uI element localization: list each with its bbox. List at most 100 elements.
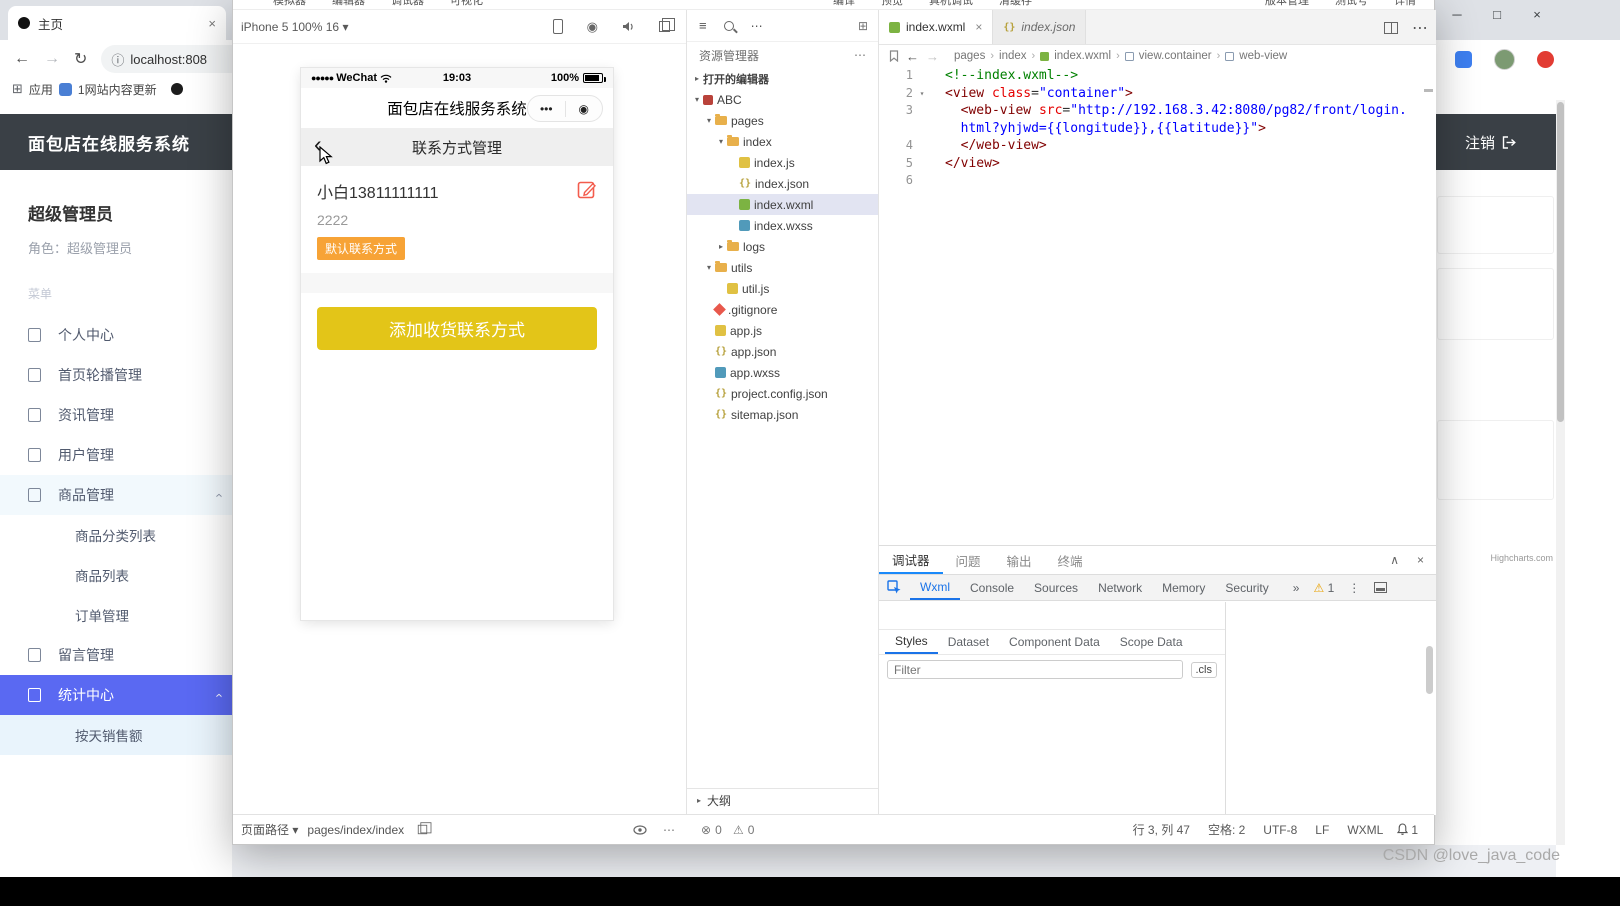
more-icon[interactable]: ⋯ [854,48,866,62]
tree-item[interactable]: ▸ logs [687,236,878,257]
extension-icon[interactable] [1537,50,1554,68]
sidebar-item[interactable]: 留言管理 [0,635,232,675]
tree-item[interactable]: {} app.json [687,341,878,362]
reload-button[interactable]: ↻ [74,49,87,69]
add-contact-button[interactable]: 添加收货联系方式 [317,307,597,350]
nav-back-icon[interactable]: ← [906,49,919,64]
debugger-panel-tab[interactable]: 问题 [943,546,994,574]
tree-item[interactable]: index.js [687,152,878,173]
audio-icon[interactable] [622,21,635,32]
dock-side-icon[interactable] [1374,582,1388,593]
capsule-menu[interactable]: ••• ◉ [527,95,603,122]
warning-count[interactable]: ⚠ 0 [733,823,754,837]
sidebar-item[interactable]: 商品管理 › [0,475,232,515]
tree-item[interactable]: ▾ index [687,131,878,152]
page-path-selector[interactable]: 页面路径 ▾ [241,821,298,838]
tree-item[interactable]: ▾ pages [687,110,878,131]
debugger-panel-tab[interactable]: 终端 [1045,546,1096,574]
window-maximize-button[interactable]: □ [1477,0,1517,28]
code-line[interactable]: 1 <!--index.wxml--> [879,67,1436,85]
editor-tab-preview[interactable]: {} index.json [993,10,1087,44]
close-panel-icon[interactable]: × [1417,553,1424,567]
indent-setting[interactable]: 空格: 2 [1208,821,1245,838]
forward-button[interactable]: → [44,50,60,68]
devtools-tab[interactable]: Security [1215,575,1278,600]
copy-path-icon[interactable] [417,822,432,835]
site-info-icon[interactable]: ⓘ [111,50,124,69]
breadcrumb-item[interactable]: web-view [1239,50,1287,62]
code-line[interactable]: 5 </view> [879,155,1436,173]
bookmark-icon[interactable] [889,50,899,62]
tree-item[interactable]: {} sitemap.json [687,404,878,425]
collapse-panel-icon[interactable]: ∧ [1390,553,1399,567]
profile-avatar[interactable] [1494,48,1515,70]
logout-button[interactable]: 注销 [1465,132,1495,153]
styles-tab[interactable]: Dataset [938,630,999,654]
encoding-indicator[interactable]: UTF-8 [1263,823,1297,837]
breadcrumb-item[interactable]: view.container [1139,50,1212,62]
menubar-item[interactable]: 编译 [833,0,855,9]
window-minimize-button[interactable]: ─ [1437,0,1477,28]
tree-item[interactable]: ▾ utils [687,257,878,278]
sidebar-item[interactable]: 统计中心 › [0,675,232,715]
menubar-item[interactable]: 预览 [881,0,903,9]
edit-icon[interactable] [577,179,597,199]
editor-tab-active[interactable]: index.wxml × [879,10,994,44]
notifications-bell[interactable]: 1 [1397,823,1434,837]
cls-toggle-button[interactable]: .cls [1190,661,1217,678]
code-editor[interactable]: 1 <!--index.wxml--> 2 ▾ <view class="contain… [879,67,1436,545]
tree-item[interactable]: util.js [687,278,878,299]
apps-grid-icon[interactable]: ⊞ [12,81,23,97]
styles-tab[interactable]: Styles [885,630,938,654]
split-editor-icon[interactable] [1384,21,1398,34]
more-icon[interactable]: ⋯ [751,19,763,33]
record-icon[interactable]: ◉ [587,19,598,35]
code-line[interactable]: 6 [879,172,1436,190]
debugger-panel-tab[interactable]: 输出 [994,546,1045,574]
tree-item[interactable]: app.wxss [687,362,878,383]
code-line[interactable]: html?yhjwd={{longitude}},{{latitude}}"> [879,120,1436,138]
preview-eye-icon[interactable] [633,824,647,835]
more-icon[interactable]: ⋯ [663,823,675,837]
bookmark-favicon[interactable] [170,83,183,95]
debugger-panel-tab[interactable]: 调试器 [879,546,943,574]
tree-item[interactable]: index.wxss [687,215,878,236]
breadcrumb-item[interactable]: index.wxml [1054,50,1111,62]
menubar-item[interactable]: 编辑器 [332,0,365,9]
styles-tab[interactable]: Scope Data [1110,630,1193,654]
device-selector[interactable]: iPhone 5 100% 16 ▾ [241,20,348,34]
menubar-item[interactable]: 真机调试 [929,0,973,9]
error-count[interactable]: ⊗ 0 [701,823,722,837]
breadcrumb-item[interactable]: index [999,50,1027,62]
styles-tab[interactable]: Component Data [999,630,1110,654]
devtools-tab[interactable]: Sources [1024,575,1088,600]
breadcrumb-item[interactable]: pages [954,50,985,62]
back-button[interactable]: ← [14,50,30,68]
code-line[interactable]: 2 ▾ <view class="container"> [879,85,1436,103]
more-icon[interactable]: ••• [528,102,565,116]
code-line[interactable]: 4 </web-view> [879,137,1436,155]
sidebar-item[interactable]: 资讯管理 [0,395,232,435]
menubar-item[interactable]: 清缓存 [999,0,1032,9]
browser-tab[interactable]: 主页 × [8,6,226,40]
menubar-item[interactable]: 模拟器 [273,0,306,9]
exit-target-icon[interactable]: ◉ [566,102,603,116]
search-icon[interactable] [723,20,734,31]
language-mode[interactable]: WXML [1347,823,1383,837]
scrollbar-thumb[interactable] [1557,102,1564,422]
tab-close-icon[interactable]: × [208,16,216,31]
devtools-tab[interactable]: Memory [1152,575,1215,600]
cursor-position[interactable]: 行 3, 列 47 [1133,821,1190,838]
menubar-item[interactable]: 测试号 [1335,0,1368,9]
menu-icon[interactable]: ≡ [699,18,707,33]
sidebar-item[interactable]: 商品分类列表 [0,515,232,555]
sidebar-item[interactable]: 个人中心 [0,315,232,355]
bookmark-site-label[interactable]: 1网站内容更新 [78,81,157,98]
eol-indicator[interactable]: LF [1315,823,1329,837]
window-close-button[interactable]: × [1517,0,1557,28]
page-scrollbar[interactable] [1556,100,1565,845]
devtools-tab[interactable]: Console [960,575,1024,600]
filter-input[interactable] [887,660,1183,679]
bookmark-apps-label[interactable]: 应用 [29,81,53,98]
sidebar-item[interactable]: 订单管理 [0,595,232,635]
